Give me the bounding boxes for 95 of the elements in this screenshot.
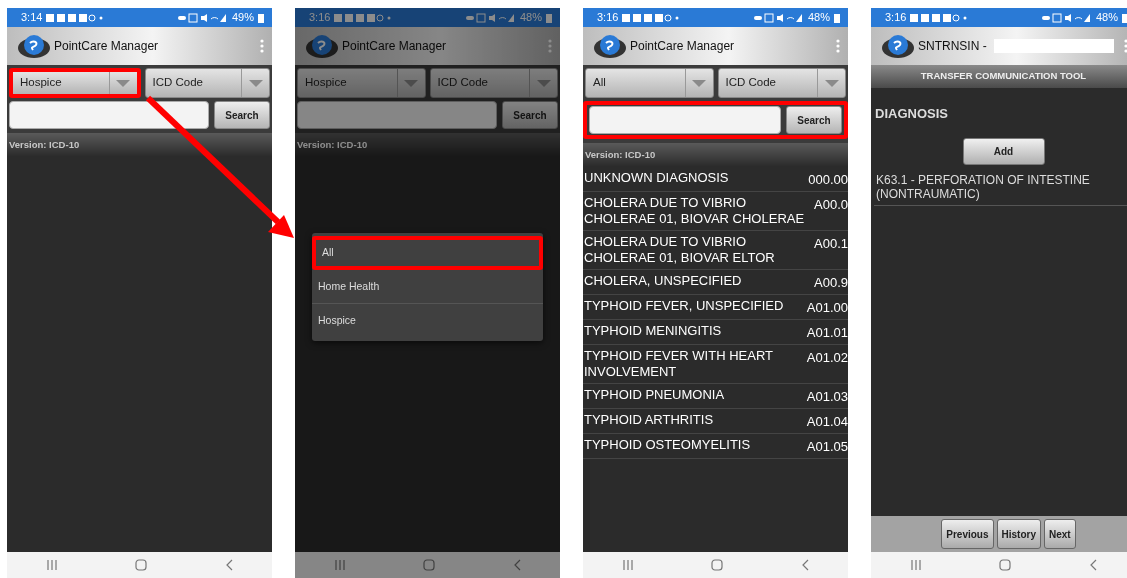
back-icon[interactable] — [513, 559, 522, 571]
add-button[interactable]: Add — [962, 137, 1045, 165]
caret-icon — [824, 79, 839, 87]
diagnosis-code: A01.04 — [806, 413, 848, 430]
version-label: Version: ICD-10 — [583, 143, 848, 167]
diagnosis-code: A01.01 — [806, 324, 848, 341]
dropdown-field[interactable]: ICD Code — [717, 68, 846, 98]
search-button[interactable]: Search — [214, 101, 270, 129]
diagnosis-name[interactable]: CHOLERA DUE TO VIBRIO CHOLERAE 01, BIOVAR ELTOR — [584, 234, 810, 266]
version-label: Version: ICD-10 — [7, 133, 272, 157]
diagnosis-code: A01.03 — [806, 388, 848, 405]
back-icon[interactable] — [225, 559, 234, 571]
notification-icons-drawing — [622, 12, 681, 23]
diagnosis-code: A01.02 — [806, 349, 848, 367]
logo-icon — [593, 33, 627, 59]
home-icon[interactable] — [711, 559, 724, 571]
app-title: PointCare Manager — [630, 38, 735, 55]
diagnosis-name[interactable]: TYPHOID FEVER, UNSPECIFIED — [584, 298, 784, 316]
menu-option[interactable]: Home Health — [312, 270, 543, 304]
dropdown-field[interactable]: ICD Code — [429, 68, 558, 98]
battery-icon — [258, 12, 264, 23]
home-icon[interactable] — [135, 559, 148, 571]
logo-icon — [17, 33, 51, 59]
battery-icon — [546, 12, 552, 23]
notification-icons-drawing — [46, 12, 105, 23]
caret-icon — [404, 79, 418, 87]
caret-icon — [692, 79, 706, 87]
system-icons-drawing — [1041, 12, 1092, 23]
caret-icon — [116, 79, 130, 87]
status-time: 3:16 — [597, 10, 619, 26]
footer-button[interactable]: History — [996, 519, 1041, 549]
app-title: SNTRNSIN - — [918, 38, 987, 55]
system-icons-drawing — [753, 12, 804, 23]
overflow-menu-icon[interactable] — [260, 39, 264, 53]
battery-percentage: 48% — [519, 10, 542, 26]
app-title: PointCare Manager — [342, 38, 447, 55]
caret-icon — [248, 79, 263, 87]
diagnosis-name[interactable]: TYPHOID PNEUMONIA — [584, 387, 725, 405]
battery-percentage: 49% — [231, 10, 254, 26]
version-label: Version: ICD-10 — [295, 133, 560, 157]
menu-option[interactable]: All — [312, 236, 543, 270]
dropdown-field[interactable]: ICD Code — [144, 68, 270, 98]
recent-apps-icon[interactable] — [45, 559, 58, 571]
recent-apps-icon[interactable] — [333, 559, 346, 571]
recent-apps-icon[interactable] — [621, 559, 634, 571]
status-time: 3:16 — [885, 10, 907, 26]
diagnosis-code: A00.9 — [814, 274, 848, 291]
home-icon[interactable] — [999, 559, 1012, 571]
notification-icons-drawing — [910, 12, 969, 23]
search-field[interactable] — [589, 106, 781, 134]
notification-icons-drawing — [334, 12, 393, 23]
diagnosis-name[interactable]: TYPHOID FEVER WITH HEART INVOLVEMENT — [584, 348, 803, 380]
footer-button[interactable]: Next — [1044, 519, 1076, 549]
menu-option[interactable]: Hospice — [312, 304, 543, 338]
battery-icon — [834, 12, 840, 23]
system-icons-drawing — [177, 12, 228, 23]
home-icon[interactable] — [423, 559, 436, 571]
search-field[interactable] — [9, 101, 209, 129]
diagnosis-code: A01.00 — [806, 299, 848, 316]
diagnosis-name[interactable]: TYPHOID OSTEOMYELITIS — [584, 437, 751, 455]
overflow-menu-icon[interactable] — [1124, 39, 1127, 53]
diagnosis-name[interactable]: UNKNOWN DIAGNOSIS — [584, 170, 729, 188]
system-icons-drawing — [465, 12, 516, 23]
diagnosis-entry: K63.1 - PERFORATION OF INTESTINE (NONTRAUMATIC) — [874, 170, 1127, 206]
logo-icon — [881, 33, 915, 59]
dropdown-field[interactable]: All — [585, 68, 714, 98]
diagnosis-name[interactable]: TYPHOID ARTHRITIS — [584, 412, 714, 430]
diagnosis-code: A00.0 — [814, 196, 848, 214]
diagnosis-code: 000.00 — [808, 171, 848, 188]
back-icon[interactable] — [1089, 559, 1098, 571]
recent-apps-icon[interactable] — [909, 559, 922, 571]
caret-icon — [536, 79, 551, 87]
search-button[interactable]: Search — [502, 101, 558, 129]
diagnosis-name[interactable]: TYPHOID MENINGITIS — [584, 323, 722, 341]
diagnosis-code: A00.1 — [814, 235, 848, 253]
search-button[interactable]: Search — [786, 106, 842, 134]
battery-percentage: 48% — [1095, 10, 1118, 26]
dropdown-field[interactable]: Hospice — [9, 68, 141, 98]
section-header: TRANSFER COMMUNICATION TOOL — [871, 65, 1127, 88]
overflow-menu-icon[interactable] — [836, 39, 840, 53]
status-time: 3:14 — [21, 10, 43, 26]
search-field[interactable] — [297, 101, 497, 129]
dropdown-field[interactable]: Hospice — [297, 68, 426, 98]
diagnosis-name[interactable]: CHOLERA, UNSPECIFIED — [584, 273, 742, 291]
footer-button[interactable]: Previous — [941, 519, 994, 549]
diagnosis-name[interactable]: CHOLERA DUE TO VIBRIO CHOLERAE 01, BIOVAR CHOLERAE — [584, 195, 810, 227]
app-title: PointCare Manager — [54, 38, 159, 55]
status-time: 3:16 — [309, 10, 331, 26]
logo-icon — [305, 33, 339, 59]
battery-icon — [1122, 12, 1127, 23]
battery-percentage: 48% — [807, 10, 830, 26]
back-icon[interactable] — [801, 559, 810, 571]
section-heading: DIAGNOSIS — [875, 105, 949, 123]
overflow-menu-icon[interactable] — [548, 39, 552, 53]
diagnosis-code: A01.05 — [806, 438, 848, 455]
